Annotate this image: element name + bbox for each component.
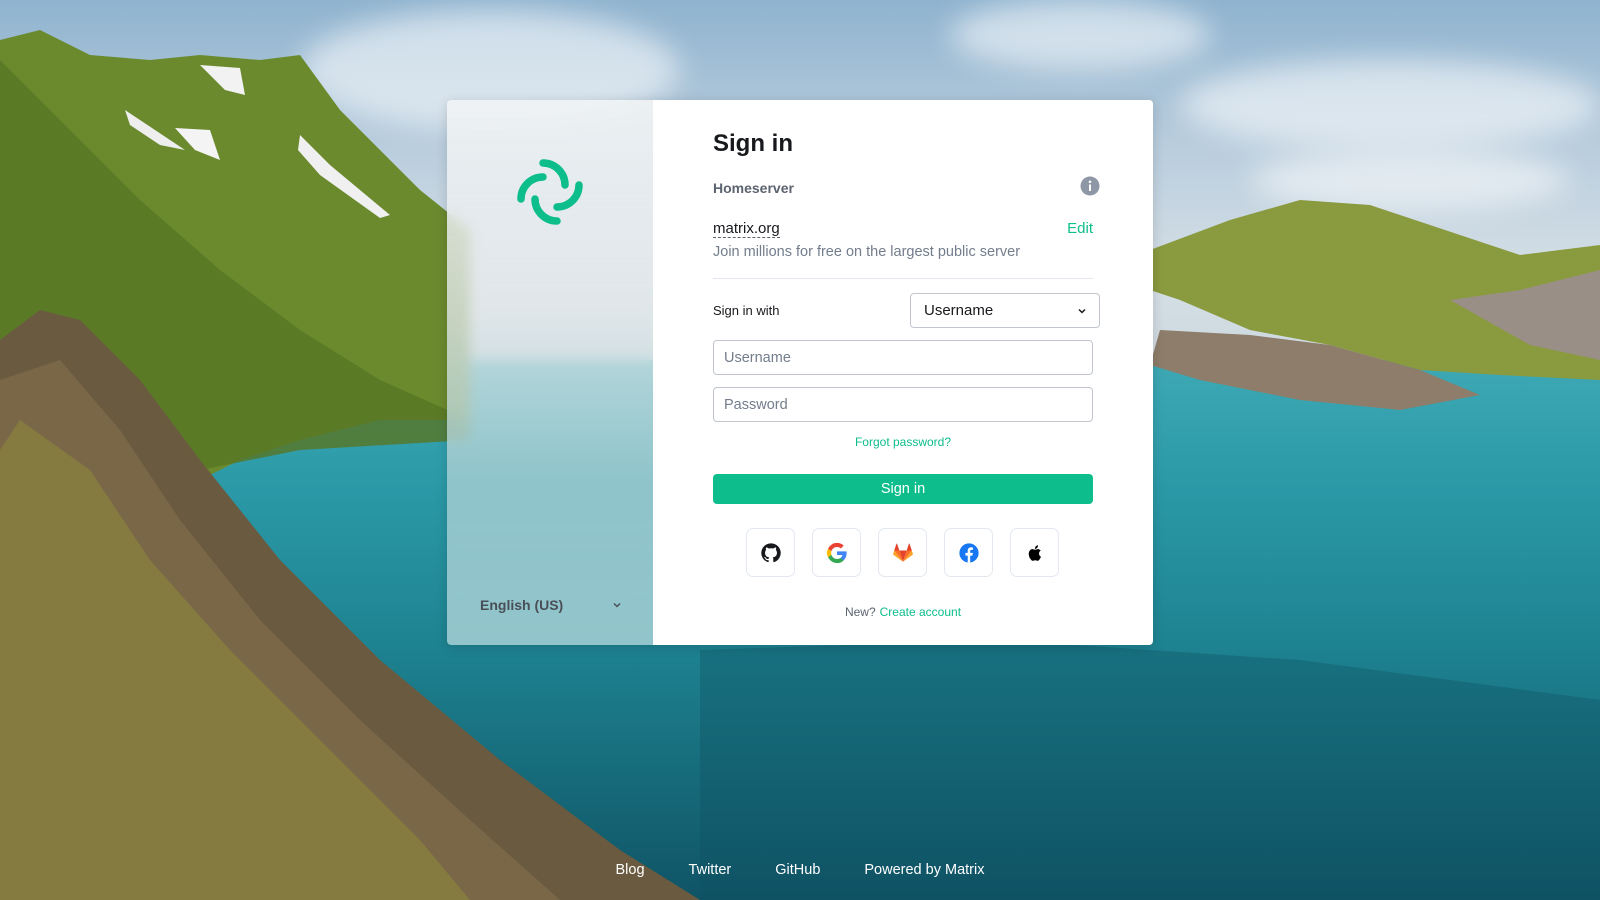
gitlab-icon xyxy=(892,543,913,562)
homeserver-name: matrix.org xyxy=(713,220,780,238)
element-logo-icon xyxy=(517,159,583,225)
new-label: New? xyxy=(844,605,876,619)
sso-facebook-button[interactable] xyxy=(944,528,993,577)
footer-link-powered-by-matrix[interactable]: Powered by Matrix xyxy=(864,862,984,884)
sso-github-button[interactable] xyxy=(746,528,795,577)
language-selector[interactable]: English (US) xyxy=(480,594,622,616)
sso-buttons xyxy=(746,528,1059,577)
chevron-down-icon xyxy=(613,602,621,608)
github-icon xyxy=(760,542,781,562)
sign-in-method-select[interactable]: Username xyxy=(910,293,1100,328)
footer: Blog Twitter GitHub Powered by Matrix xyxy=(0,862,1600,884)
password-input[interactable] xyxy=(713,387,1093,422)
homeserver-label: Homeserver xyxy=(713,180,794,196)
create-account-link[interactable]: Create account xyxy=(880,605,961,619)
auth-card: English (US) Sign in Homeserver matrix.o… xyxy=(447,100,1153,645)
divider xyxy=(713,278,1093,279)
footer-link-github[interactable]: GitHub xyxy=(775,862,820,884)
sign-in-button[interactable]: Sign in xyxy=(713,474,1093,504)
language-label: English (US) xyxy=(480,597,564,613)
footer-link-twitter[interactable]: Twitter xyxy=(689,862,732,884)
sign-in-method-value: Username xyxy=(924,302,994,319)
page-title: Sign in xyxy=(713,130,793,157)
sso-gitlab-button[interactable] xyxy=(878,528,927,577)
sign-in-with-label: Sign in with xyxy=(713,303,780,318)
footer-link-blog[interactable]: Blog xyxy=(616,862,645,884)
auth-card-sidebar: English (US) xyxy=(447,100,653,645)
auth-form-panel: Sign in Homeserver matrix.org Edit Join … xyxy=(653,100,1153,645)
username-input[interactable] xyxy=(713,340,1093,375)
chevron-down-icon xyxy=(1078,308,1086,314)
homeserver-edit-link[interactable]: Edit xyxy=(1067,220,1093,237)
sso-apple-button[interactable] xyxy=(1010,528,1059,577)
forgot-password-link[interactable]: Forgot password? xyxy=(713,435,1093,449)
info-icon[interactable] xyxy=(1080,176,1100,196)
homeserver-description: Join millions for free on the largest pu… xyxy=(713,244,1021,260)
sso-google-button[interactable] xyxy=(812,528,861,577)
google-icon xyxy=(826,542,847,563)
create-account-row: New? Create account xyxy=(713,605,1093,619)
facebook-icon xyxy=(958,542,979,563)
apple-icon xyxy=(1028,544,1041,561)
